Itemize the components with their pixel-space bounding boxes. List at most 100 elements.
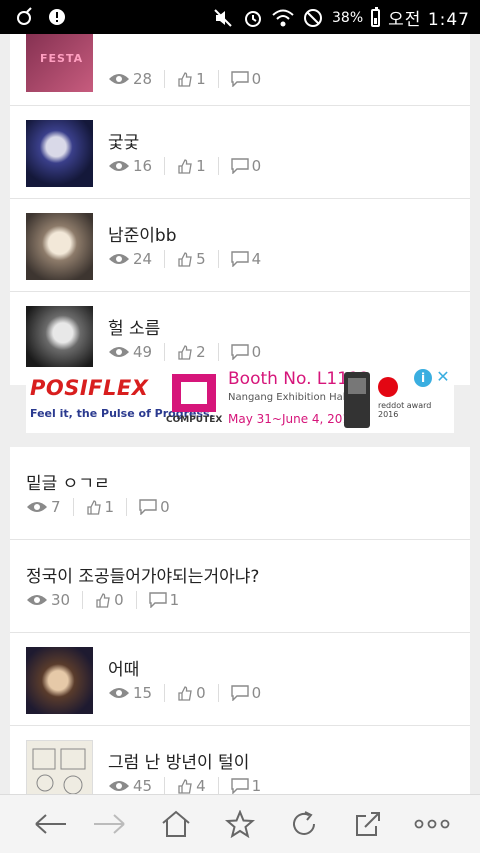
comment-count: 0 [251,70,262,88]
post-item[interactable]: 정국이 조공들어가야되는거아냐? 30 0 1 [10,540,470,633]
post-item[interactable]: 남준이bb 24 5 4 [10,199,470,292]
post-thumbnail [26,740,93,794]
post-thumbnail [26,120,93,187]
comment-icon [230,251,249,267]
post-item[interactable]: 밑글 ㅇㄱㄹ 7 1 0 [10,447,470,540]
reddot-logo [378,377,398,397]
post-title[interactable]: 그럼 난 방년이 털이 [108,748,249,773]
post-list-card: 밑글 ㅇㄱㄹ 7 1 0 정국이 조공들어가야되는거아냐? 30 0 1 어때 [10,447,470,794]
like-count: 4 [196,777,206,794]
chat-icon [14,6,36,28]
comment-count: 0 [160,498,170,516]
views-icon [109,254,129,264]
views-icon [109,161,129,171]
view-count: 16 [133,157,153,175]
ad-info-icon[interactable]: i [414,369,432,387]
post-thumbnail [26,647,93,714]
ad-banner[interactable]: POSIFLEX Feel it, the Pulse of Progress.… [26,367,454,433]
post-title[interactable]: 헐 소름 [108,314,160,339]
ad-brand: POSIFLEX [30,376,149,400]
bookmark-star-icon[interactable] [220,807,260,841]
like-icon [86,500,101,515]
like-count: 0 [196,684,206,702]
comment-icon [148,592,167,608]
post-title[interactable]: 어때 [108,655,139,680]
post-item[interactable]: 어때 15 0 0 [10,633,470,726]
status-bar: 38% 오전 1:47 [0,0,480,34]
browser-toolbar [0,794,480,853]
views-icon [27,595,47,605]
post-title[interactable]: 밑글 ㅇㄱㄹ [26,469,110,494]
alarm-icon [242,7,264,29]
like-icon [178,252,192,267]
post-item[interactable]: FESTA 28 1 0 [10,34,470,106]
like-count: 5 [196,250,206,268]
post-meta: 28 1 0 [108,70,261,88]
post-title[interactable]: 궃궃 [108,128,139,153]
ad-device-image [344,372,370,428]
views-icon [109,347,129,357]
no-sim-icon [302,7,324,29]
post-item[interactable]: 그럼 난 방년이 털이 45 4 1 [10,726,470,794]
view-count: 49 [133,343,153,361]
like-icon [178,72,192,87]
comment-icon [230,158,249,174]
views-icon [27,502,47,512]
post-meta: 49 2 0 [108,343,261,361]
view-count: 30 [51,591,71,609]
view-count: 24 [133,250,153,268]
post-item[interactable]: 궃궃 16 1 0 [10,106,470,199]
ad-award: reddot award 2016 [378,401,432,419]
like-icon [178,345,192,360]
battery-percent: 38% [332,9,364,26]
back-arrow-icon[interactable] [31,807,71,841]
like-icon [178,779,192,794]
comment-count: 0 [251,343,262,361]
like-count: 1 [196,70,206,88]
post-meta: 15 0 0 [108,684,261,702]
like-count: 1 [196,157,206,175]
more-icon[interactable] [412,807,452,841]
like-count: 1 [104,498,115,516]
ad-logo-shape [172,374,216,412]
ad-dates: May 31~June 4, 2016 [228,412,358,426]
post-meta: 16 1 0 [108,157,261,175]
like-icon [178,159,192,174]
comment-icon [230,685,249,701]
post-thumbnail [26,306,93,373]
post-meta: 30 0 1 [26,591,179,609]
post-title[interactable]: 남준이bb [108,221,177,246]
like-icon [96,593,110,608]
like-count: 2 [196,343,206,361]
comment-count: 0 [251,684,262,702]
forward-arrow-icon[interactable] [89,807,129,841]
comment-count: 0 [251,157,262,175]
comment-icon [230,778,249,794]
mute-icon [212,7,234,29]
share-icon[interactable] [348,807,388,841]
refresh-icon[interactable] [284,807,324,841]
post-title[interactable]: 정국이 조공들어가야되는거아냐? [26,562,259,587]
view-count: 15 [133,684,153,702]
post-meta: 45 4 1 [108,777,261,794]
post-meta: 24 5 4 [108,250,261,268]
comment-icon [139,499,157,515]
comment-count: 1 [169,591,180,609]
home-icon[interactable] [156,807,196,841]
ad-close-icon[interactable]: ✕ [434,367,452,387]
view-count: 28 [133,70,153,88]
feed[interactable]: FESTA 28 1 0 궃궃 16 1 0 남준이bb 24 5 4 헐 소름… [0,34,480,794]
post-thumbnail [26,213,93,280]
post-meta: 7 1 0 [26,498,170,516]
post-list-card: FESTA 28 1 0 궃궃 16 1 0 남준이bb 24 5 4 헐 소름… [10,34,470,385]
comment-count: 4 [251,250,262,268]
post-thumbnail: FESTA [26,34,93,92]
ad-computex: COMPUTEX [166,415,223,425]
view-count: 7 [51,498,61,516]
alert-icon [46,6,68,28]
view-count: 45 [133,777,153,794]
comment-icon [230,71,249,87]
like-count: 0 [114,591,124,609]
views-icon [109,781,129,791]
like-icon [178,686,192,701]
